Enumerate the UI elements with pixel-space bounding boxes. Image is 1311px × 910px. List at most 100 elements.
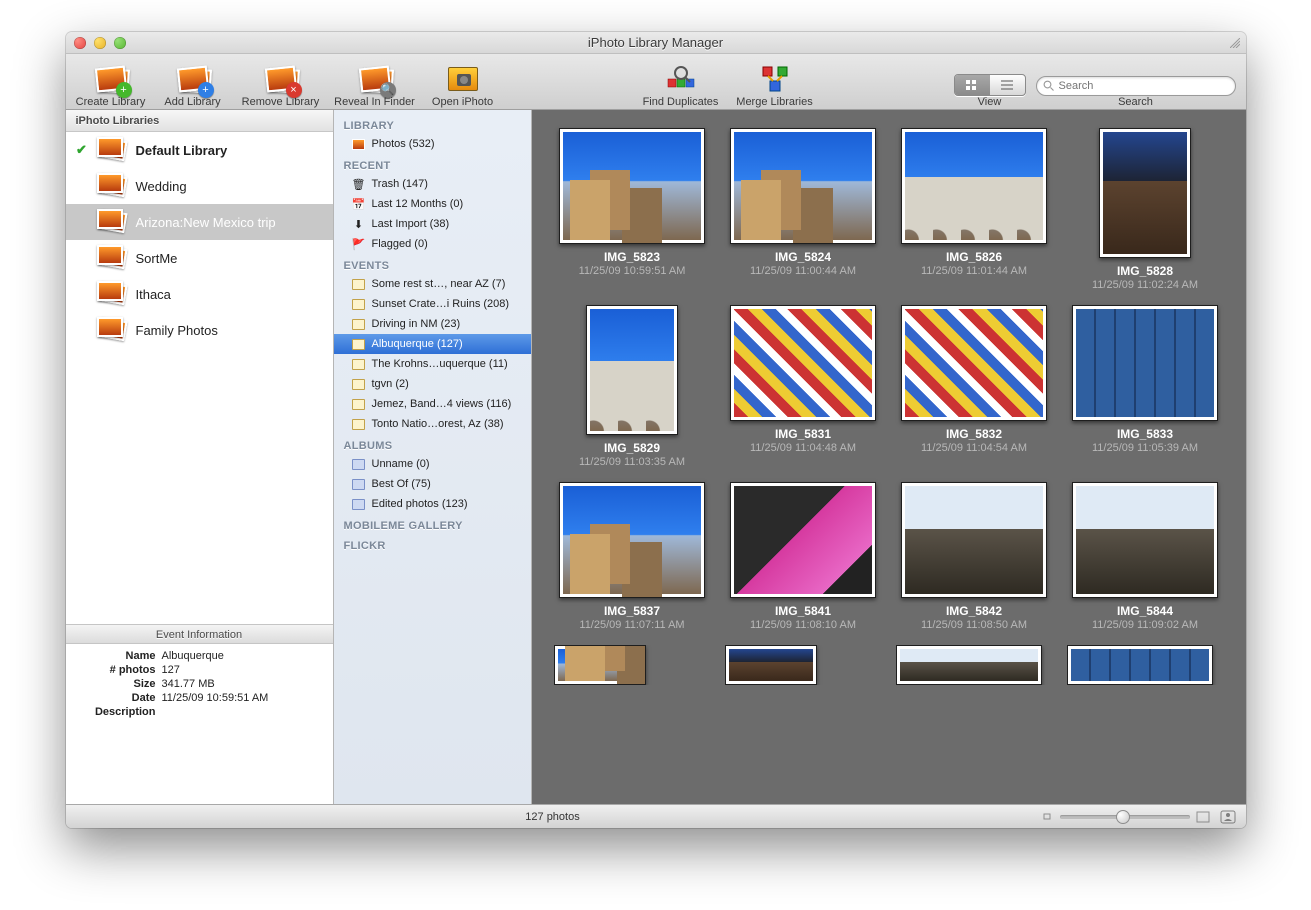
open-iphoto-button[interactable]: Open iPhoto [424, 56, 502, 108]
titlebar[interactable]: iPhoto Library Manager [66, 32, 1246, 54]
event-info-header: Event Information [66, 624, 333, 644]
thumbnail[interactable] [901, 305, 1047, 421]
zoom-slider[interactable] [1060, 815, 1190, 819]
reveal-in-finder-button[interactable]: 🔍 Reveal In Finder [330, 56, 420, 108]
search-label: Search [1118, 96, 1153, 108]
photo-cell[interactable]: IMG_583311/25/09 11:05:39 AM [1067, 305, 1224, 468]
library-row[interactable]: Wedding [66, 168, 333, 204]
grid-view-button[interactable] [955, 75, 990, 95]
source-item-event[interactable]: The Krohns…uquerque (11) [334, 354, 531, 374]
add-library-button[interactable]: + Add Library [154, 56, 232, 108]
merge-icon [760, 65, 790, 93]
photo-cell[interactable]: IMG_582811/25/09 11:02:24 AM [1067, 128, 1224, 291]
remove-library-button[interactable]: × Remove Library [236, 56, 326, 108]
photo-date: 11/25/09 11:07:11 AM [579, 619, 684, 631]
search-input[interactable] [1059, 80, 1229, 92]
zoom-large-icon[interactable] [1196, 811, 1210, 823]
library-row[interactable]: ✔Default Library [66, 132, 333, 168]
library-row[interactable]: Arizona:New Mexico trip [66, 204, 333, 240]
source-item-event[interactable]: Albuquerque (127) [334, 334, 531, 354]
list-view-button[interactable] [990, 75, 1025, 95]
source-item[interactable]: 🗑Trash (147) [334, 174, 531, 194]
thumbnail[interactable] [1072, 305, 1218, 421]
find-duplicates-button[interactable]: Find Duplicates [636, 56, 726, 108]
event-icon [352, 277, 366, 291]
thumbnail[interactable] [896, 645, 1042, 685]
search-field[interactable] [1036, 76, 1236, 96]
library-icon [98, 138, 128, 162]
thumbnail[interactable] [559, 482, 705, 598]
source-item-album[interactable]: Edited photos (123) [334, 494, 531, 514]
thumbnail[interactable] [1067, 645, 1213, 685]
library-row[interactable]: Ithaca [66, 276, 333, 312]
source-item-event[interactable]: Tonto Natio…orest, Az (38) [334, 414, 531, 434]
library-name: Wedding [136, 179, 187, 194]
source-item-event[interactable]: Sunset Crate…i Ruins (208) [334, 294, 531, 314]
thumbnail[interactable] [730, 128, 876, 244]
album-icon [352, 477, 366, 491]
photo-date: 11/25/09 11:03:35 AM [579, 456, 685, 468]
flickr-section-label: FLICKR [334, 534, 531, 554]
thumbnail[interactable] [1099, 128, 1191, 258]
photo-cell[interactable]: IMG_582611/25/09 11:01:44 AM [896, 128, 1053, 291]
thumbnail[interactable] [586, 305, 678, 435]
source-item-event[interactable]: Jemez, Band…4 views (116) [334, 394, 531, 414]
thumbnail[interactable] [1072, 482, 1218, 598]
merge-libraries-button[interactable]: Merge Libraries [730, 56, 820, 108]
library-icon [98, 246, 128, 270]
photo-cell[interactable] [725, 645, 882, 685]
library-row[interactable]: Family Photos [66, 312, 333, 348]
photo-date: 11/25/09 11:08:10 AM [750, 619, 856, 631]
toolbar: + Create Library + Add Library × Remove … [66, 54, 1246, 110]
thumbnail[interactable] [725, 645, 817, 685]
photo-cell[interactable]: IMG_584411/25/09 11:09:02 AM [1067, 482, 1224, 631]
thumbnail[interactable] [901, 128, 1047, 244]
view-segmented-control[interactable] [954, 74, 1026, 96]
photo-grid-area[interactable]: IMG_582311/25/09 10:59:51 AMIMG_582411/2… [532, 110, 1246, 804]
source-item[interactable]: ⬇Last Import (38) [334, 214, 531, 234]
photo-cell[interactable]: IMG_583111/25/09 11:04:48 AM [725, 305, 882, 468]
mobileme-section-label: MOBILEME GALLERY [334, 514, 531, 534]
zoom-small-icon[interactable] [1040, 811, 1054, 823]
zoom-knob[interactable] [1116, 810, 1130, 824]
thumbnail[interactable] [901, 482, 1047, 598]
photo-cell[interactable]: IMG_584211/25/09 11:08:50 AM [896, 482, 1053, 631]
photo-cell[interactable]: IMG_583711/25/09 11:07:11 AM [554, 482, 711, 631]
album-icon [352, 497, 366, 511]
photo-cell[interactable]: IMG_583211/25/09 11:04:54 AM [896, 305, 1053, 468]
source-item-event[interactable]: Some rest st…, near AZ (7) [334, 274, 531, 294]
photo-cell[interactable] [1067, 645, 1224, 685]
source-item-album[interactable]: Unname (0) [334, 454, 531, 474]
library-icon [98, 282, 128, 306]
source-item-album[interactable]: Best Of (75) [334, 474, 531, 494]
source-item[interactable]: 🚩Flagged (0) [334, 234, 531, 254]
thumbnail[interactable] [559, 128, 705, 244]
thumbnail[interactable] [554, 645, 646, 685]
photo-cell[interactable]: IMG_584111/25/09 11:08:10 AM [725, 482, 882, 631]
source-item-event[interactable]: tgvn (2) [334, 374, 531, 394]
library-name: Ithaca [136, 287, 171, 302]
thumbnail[interactable] [730, 482, 876, 598]
photo-name: IMG_5844 [1092, 604, 1198, 618]
thumbnail[interactable] [730, 305, 876, 421]
library-icon [98, 210, 128, 234]
source-item-event[interactable]: Driving in NM (23) [334, 314, 531, 334]
check-icon [74, 214, 90, 230]
library-row[interactable]: SortMe [66, 240, 333, 276]
photo-cell[interactable]: IMG_582311/25/09 10:59:51 AM [554, 128, 711, 291]
photos-icon [352, 137, 366, 151]
albums-section-label: ALBUMS [334, 434, 531, 454]
create-library-button[interactable]: + Create Library [72, 56, 150, 108]
source-item-photos[interactable]: Photos (532) [334, 134, 531, 154]
info-button-icon[interactable] [1220, 810, 1236, 824]
check-icon [74, 286, 90, 302]
photo-name: IMG_5837 [579, 604, 684, 618]
check-icon [74, 178, 90, 194]
photo-cell[interactable] [896, 645, 1053, 685]
source-item[interactable]: 📅Last 12 Months (0) [334, 194, 531, 214]
photo-cell[interactable] [554, 645, 711, 685]
resize-icon[interactable] [1230, 38, 1240, 48]
libraries-sidebar: iPhoto Libraries ✔Default LibraryWedding… [66, 110, 334, 804]
photo-cell[interactable]: IMG_582911/25/09 11:03:35 AM [554, 305, 711, 468]
photo-cell[interactable]: IMG_582411/25/09 11:00:44 AM [725, 128, 882, 291]
